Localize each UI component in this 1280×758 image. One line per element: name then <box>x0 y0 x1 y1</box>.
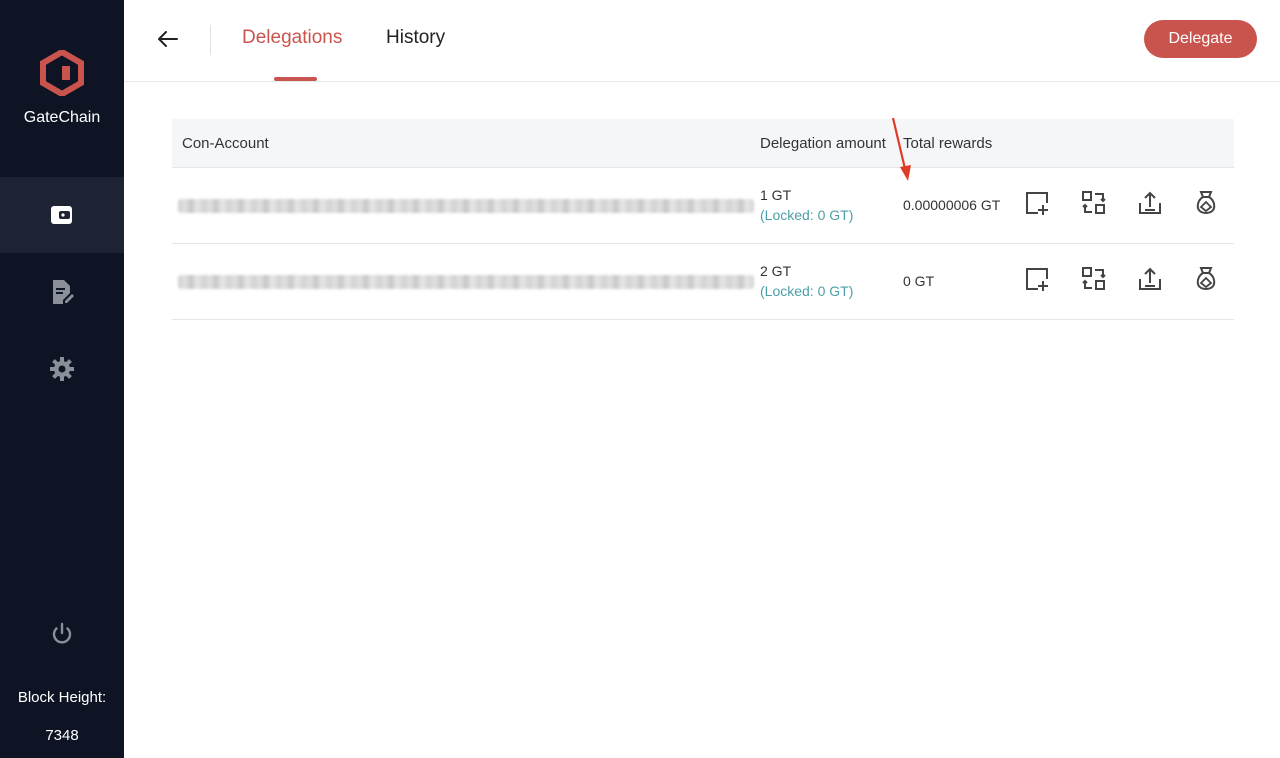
brand: GateChain <box>0 0 124 176</box>
back-button[interactable] <box>156 26 180 52</box>
redelegate-button[interactable] <box>1079 264 1109 294</box>
withdraw-rewards-bag-icon <box>1196 267 1216 291</box>
redelegate-button[interactable] <box>1079 188 1109 218</box>
column-header-total-rewards: Total rewards <box>903 135 993 152</box>
account-address-redacted <box>178 199 754 213</box>
table-header: Con-Account Delegation amount Total rewa… <box>172 119 1234 168</box>
header: Delegations History Delegate <box>124 0 1280 82</box>
redelegate-swap-icon <box>1082 191 1106 214</box>
withdraw-rewards-button[interactable] <box>1191 188 1221 218</box>
undelegate-button[interactable] <box>1135 188 1165 218</box>
tab-history[interactable]: History <box>386 27 445 49</box>
add-delegation-button[interactable] <box>1022 264 1052 294</box>
delegations-table: Con-Account Delegation amount Total rewa… <box>172 119 1234 320</box>
header-divider <box>210 25 211 55</box>
sidebar-item-documents[interactable] <box>0 254 124 330</box>
delegate-button[interactable]: Delegate <box>1144 20 1257 58</box>
sidebar: GateChain Block Height: 7348 <box>0 0 124 758</box>
brand-name: GateChain <box>23 109 101 126</box>
arrow-left-icon <box>158 31 178 47</box>
add-delegation-icon <box>1026 192 1048 215</box>
gatechain-logo <box>40 50 84 96</box>
column-header-con-account: Con-Account <box>182 135 269 152</box>
withdraw-rewards-bag-icon <box>1196 191 1216 215</box>
wallet-icon <box>51 206 72 224</box>
withdraw-rewards-button[interactable] <box>1191 264 1221 294</box>
add-delegation-icon <box>1026 268 1048 291</box>
active-tab-indicator <box>274 77 317 81</box>
document-edit-icon <box>53 280 74 304</box>
power-icon <box>52 622 72 644</box>
undelegate-upload-icon <box>1139 191 1161 214</box>
undelegate-button[interactable] <box>1135 264 1165 294</box>
locked-amount: (Locked: 0 GT) <box>760 207 854 223</box>
total-rewards: 0.00000006 GT <box>903 197 1001 213</box>
power-button[interactable] <box>0 614 124 654</box>
total-rewards: 0 GT <box>903 273 935 289</box>
add-delegation-button[interactable] <box>1022 188 1052 218</box>
tab-delegations[interactable]: Delegations <box>242 27 342 49</box>
block-height-value: 7348 <box>45 727 79 744</box>
sidebar-item-wallet[interactable] <box>0 177 124 253</box>
gear-icon <box>50 357 74 381</box>
account-address-redacted <box>178 275 754 289</box>
column-header-delegation-amount: Delegation amount <box>760 135 886 152</box>
delegation-amount: 2 GT <box>760 263 792 279</box>
locked-amount: (Locked: 0 GT) <box>760 283 854 299</box>
delegation-amount: 1 GT <box>760 187 792 203</box>
sidebar-item-settings[interactable] <box>0 331 124 407</box>
undelegate-upload-icon <box>1139 267 1161 290</box>
redelegate-swap-icon <box>1082 267 1106 290</box>
table-row: 1 GT (Locked: 0 GT) 0.00000006 GT <box>172 168 1234 244</box>
table-row: 2 GT (Locked: 0 GT) 0 GT <box>172 244 1234 320</box>
block-height-label: Block Height: <box>17 689 107 706</box>
